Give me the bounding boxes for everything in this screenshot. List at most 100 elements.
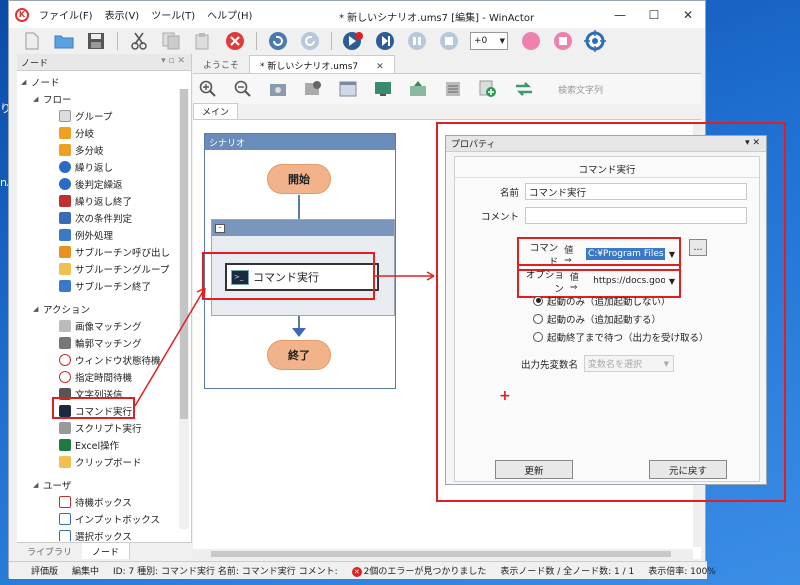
tree-item-loop-end[interactable]: 繰り返し終了 [59,192,132,209]
tree-item-image-match[interactable]: 画像マッチング [59,317,142,334]
upload-icon[interactable] [409,80,427,98]
command-combo[interactable]: 値 ⇒ C:¥Program Files (x8 ▼ [564,246,675,266]
post-loop-icon [59,177,71,190]
open-folder-icon[interactable] [53,30,75,52]
radio-launch-no-additional[interactable]: 起動のみ（追加起動しない） [533,292,671,309]
panel-controls[interactable]: ▾ ▫ ✕ [161,56,185,66]
zoom-in-icon[interactable] [199,80,217,98]
stop-record-icon[interactable] [552,30,574,52]
tree-item-next-condition[interactable]: 次の条件判定 [59,209,132,226]
comment-field[interactable] [525,207,747,224]
paste-icon[interactable] [192,30,214,52]
tree-item-subroutine-group[interactable]: サブルーチングループ [59,260,169,277]
breakpoint-icon[interactable] [520,30,542,52]
chevron-down-icon[interactable]: ▼ [669,250,675,259]
tab-scenario[interactable]: * 新しいシナリオ.ums7 ✕ [249,55,395,73]
speed-select[interactable]: +0 ▼ [470,32,508,50]
cut-icon[interactable] [128,30,150,52]
image-capture-icon[interactable] [269,80,287,98]
tree-item-loop[interactable]: 繰り返し [59,158,113,175]
tree-item-wait-box[interactable]: 待機ボックス [59,493,132,510]
option-value: https://docs.google. [593,276,665,286]
tree-item-clipboard[interactable]: クリップボード [59,453,142,470]
tree-item-subroutine-call[interactable]: サブルーチン呼び出し [59,243,170,260]
panel-controls[interactable]: ▾ ✕ [745,138,760,148]
menu-tools[interactable]: ツール(T) [151,7,195,22]
error-indicator[interactable]: ✕ 2個のエラーが見つかりました [351,564,486,577]
menu-view[interactable]: 表示(V) [105,7,140,22]
tree-item-contour-match[interactable]: 輪郭マッチング [59,334,142,351]
editor-hscrollbar[interactable] [193,549,693,559]
screen-icon[interactable] [374,80,392,98]
undo-icon[interactable] [267,30,289,52]
close-button[interactable]: ✕ [671,1,705,28]
node-panel-scrollbar[interactable] [179,89,189,529]
start-node[interactable]: 開始 [267,164,331,194]
record-icon[interactable] [342,30,364,52]
new-file-icon[interactable] [21,30,43,52]
minimize-button[interactable]: — [603,1,637,28]
end-node[interactable]: 終了 [267,340,331,370]
radio-row[interactable]: 起動終了まで待つ（出力を受け取る） [533,328,709,345]
radio-dot[interactable] [533,295,543,306]
close-tab-icon[interactable]: ✕ [376,62,384,72]
list-icon[interactable] [444,80,462,98]
stop-icon[interactable] [438,30,460,52]
zoom-out-icon[interactable] [234,80,252,98]
tree-item-multi-branch[interactable]: 多分岐 [59,141,104,158]
tree-item-select-box[interactable]: 選択ボックス [59,527,132,541]
window-capture-icon[interactable] [339,80,357,98]
step-run-icon[interactable] [374,30,396,52]
revert-button[interactable]: 元に戻す [649,460,727,479]
tree-item-window-wait[interactable]: ウィンドウ状態待機 [59,351,161,368]
tree-section-user[interactable]: ◢ ユーザ [33,476,71,493]
radio-row[interactable]: 起動のみ（追加起動する） [533,310,661,327]
cursor-marker: + [499,388,511,404]
tree-item-timed-wait[interactable]: 指定時間待機 [59,368,132,385]
tree-section-action[interactable]: ◢ アクション [33,300,90,317]
settings-icon[interactable] [304,80,322,98]
tree-item-excel[interactable]: Excel操作 [59,436,119,453]
update-button[interactable]: 更新 [495,460,573,479]
tab-welcome[interactable]: ようこそ [193,55,249,73]
radio-dot[interactable] [533,331,543,342]
tree-item-branch[interactable]: 分岐 [59,124,94,141]
scroll-thumb[interactable] [180,89,188,419]
tab-node[interactable]: ノード [82,543,131,559]
radio-row[interactable]: 起動のみ（追加起動しない） [533,292,671,309]
tab-library[interactable]: ライブラリ [17,543,82,559]
tab-main[interactable]: メイン [193,103,239,119]
add-node-icon[interactable] [479,80,497,98]
delete-icon[interactable] [224,30,246,52]
tree-root[interactable]: ◢ ノード [21,73,60,90]
tree-item-subroutine-end[interactable]: サブルーチン終了 [59,277,151,294]
collapse-toggle[interactable]: - [215,223,225,233]
tree-item-exception[interactable]: 例外処理 [59,226,113,243]
tree-item-label: 画像マッチング [75,321,142,333]
tree-item-label: 例外処理 [75,230,114,242]
search-input[interactable]: 検索文字列 [555,80,665,98]
copy-icon[interactable] [160,30,182,52]
browse-button[interactable]: ... [689,239,707,256]
chevron-down-icon[interactable]: ▼ [669,277,675,286]
maximize-button[interactable]: ☐ [637,1,671,28]
tree-section-flow[interactable]: ◢ フロー [33,90,72,107]
radio-wait-exit[interactable]: 起動終了まで待つ（出力を受け取る） [533,328,709,345]
tree-item-group[interactable]: グループ [59,107,112,124]
menu-help[interactable]: ヘルプ(H) [207,7,252,22]
winactor-logo-icon[interactable]: K [15,7,29,22]
option-combo[interactable]: 値 ⇒ https://docs.google. ▼ [570,273,675,293]
target-icon[interactable] [584,30,606,52]
pause-icon[interactable] [406,30,428,52]
menu-file[interactable]: ファイル(F) [39,7,93,22]
radio-dot[interactable] [533,313,543,324]
radio-launch-additional[interactable]: 起動のみ（追加起動する） [533,310,661,327]
scroll-thumb[interactable] [211,551,671,557]
tree-item-post-loop[interactable]: 後判定繰返 [59,175,123,192]
swap-icon[interactable] [514,80,532,98]
redo-icon[interactable] [299,30,321,52]
tree-item-script-exec[interactable]: スクリプト実行 [59,419,142,436]
name-field[interactable]: コマンド実行 [525,183,747,200]
tree-item-input-box[interactable]: インプットボックス [59,510,160,527]
save-icon[interactable] [85,30,107,52]
